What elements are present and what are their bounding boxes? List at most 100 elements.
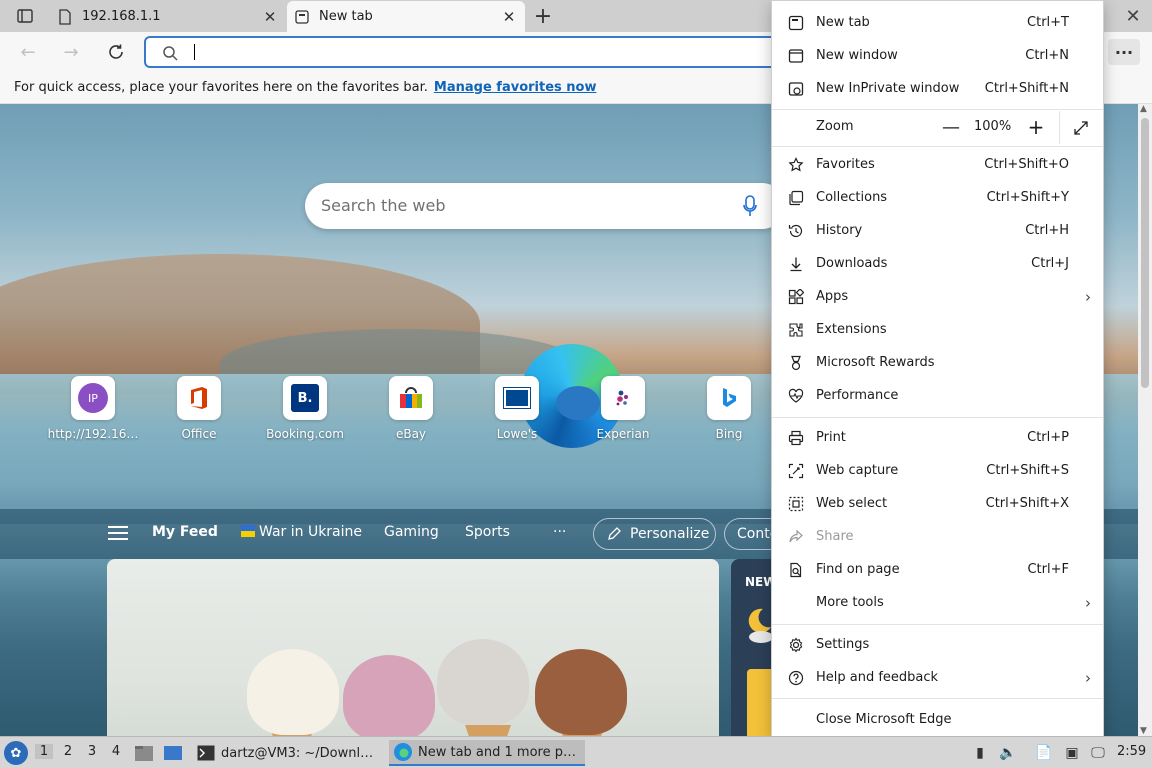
web-select-icon <box>787 495 805 513</box>
workspace-2[interactable]: 2 <box>59 744 77 759</box>
quick-link-ebay[interactable]: eBay <box>358 376 464 441</box>
tab-title: 192.168.1.1 <box>82 9 161 24</box>
full-screen-button[interactable] <box>1068 115 1094 141</box>
menu-item-print[interactable]: Print Ctrl+P <box>772 421 1103 454</box>
zoom-out-button[interactable]: — <box>938 114 964 140</box>
weather-moon-icon <box>748 608 773 643</box>
menu-separator <box>772 109 1103 110</box>
feed-tab-ukraine[interactable]: War in Ukraine <box>241 524 362 540</box>
close-tab-icon[interactable]: ✕ <box>262 8 278 26</box>
settings-and-more-button[interactable]: ··· <box>1108 39 1140 65</box>
workspace-1[interactable]: 1 <box>35 744 53 759</box>
menu-item-close-microsoft-edge[interactable]: Close Microsoft Edge <box>772 703 1103 736</box>
menu-item-find-on-page[interactable]: Find on page Ctrl+F <box>772 553 1103 586</box>
feed-tab-sports[interactable]: Sports <box>465 524 510 540</box>
quick-link-label: Bing <box>715 427 743 441</box>
menu-item-web-capture[interactable]: Web capture Ctrl+Shift+S <box>772 454 1103 487</box>
file-manager-icon[interactable] <box>134 743 154 763</box>
lowes-icon <box>495 376 539 420</box>
menu-item-label: Web capture <box>816 463 899 478</box>
quick-link-ip[interactable]: IP http://192.16… <box>40 376 146 441</box>
booking-icon: B. <box>283 376 327 420</box>
zoom-in-button[interactable]: + <box>1023 114 1049 140</box>
workspace-4[interactable]: 4 <box>107 744 125 759</box>
workspace-3[interactable]: 3 <box>83 744 101 759</box>
tab-actions-button[interactable] <box>8 5 42 27</box>
menu-item-apps[interactable]: Apps › <box>772 280 1103 313</box>
menu-separator <box>772 698 1103 699</box>
menu-item-downloads[interactable]: Downloads Ctrl+J <box>772 247 1103 280</box>
feed-menu-icon[interactable] <box>108 526 128 540</box>
bing-icon <box>707 376 751 420</box>
menu-item-favorites[interactable]: Favorites Ctrl+Shift+O <box>772 148 1103 181</box>
feed-card-ice-cream[interactable] <box>107 559 719 736</box>
quick-link-experian[interactable]: Experian <box>570 376 676 441</box>
window-close-button[interactable]: ✕ <box>1120 4 1146 28</box>
scroll-down-icon[interactable]: ▼ <box>1140 726 1147 736</box>
personalize-button[interactable]: Personalize <box>593 518 716 550</box>
feed-tab-gaming[interactable]: Gaming <box>384 524 439 540</box>
menu-item-help-and-feedback[interactable]: Help and feedback › <box>772 661 1103 694</box>
downloads-icon <box>787 255 805 273</box>
tray-notes-icon[interactable]: 📄 <box>1034 743 1054 763</box>
web-capture-icon <box>787 462 805 480</box>
tab-new-tab[interactable]: New tab ✕ <box>287 1 525 32</box>
web-search-box[interactable]: Search the web <box>305 183 785 229</box>
menu-item-label: Close Microsoft Edge <box>816 712 952 727</box>
taskbar: ✿ 1 2 3 4 dartz@VM3: ~/Downl… New tab an… <box>0 736 1152 768</box>
new-tab-button[interactable]: + <box>530 3 556 29</box>
refresh-button[interactable] <box>102 38 130 66</box>
tray-clipboard-icon[interactable]: ▮ <box>970 743 990 763</box>
personalize-label: Personalize <box>630 526 710 542</box>
menu-item-shortcut: Ctrl+N <box>1025 48 1069 63</box>
taskbar-clock: 2:59 <box>1117 744 1147 759</box>
menu-item-microsoft-rewards[interactable]: Microsoft Rewards <box>772 346 1103 379</box>
quick-link-bing[interactable]: Bing <box>676 376 782 441</box>
plus-icon: + <box>533 3 553 29</box>
menu-item-settings[interactable]: Settings <box>772 628 1103 661</box>
tab-192-168-1-1[interactable]: 192.168.1.1 ✕ <box>50 1 286 32</box>
manage-favorites-link[interactable]: Manage favorites now <box>434 80 597 95</box>
feed-tab-my-feed[interactable]: My Feed <box>152 524 218 540</box>
refresh-icon <box>109 44 123 59</box>
menu-item-web-select[interactable]: Web select Ctrl+Shift+X <box>772 487 1103 520</box>
taskbar-browser[interactable]: New tab and 1 more p… <box>389 740 585 766</box>
booking-badge: B. <box>291 384 319 412</box>
ip-icon: IP <box>71 376 115 420</box>
scoop-image <box>535 649 627 735</box>
zoom-label: Zoom <box>816 119 854 134</box>
tray-notification-icon[interactable]: 🖵 <box>1088 743 1108 763</box>
menu-item-share: Share <box>772 520 1103 553</box>
back-button[interactable]: ← <box>14 38 42 66</box>
menu-item-new-inprivate-window[interactable]: New InPrivate window Ctrl+Shift+N <box>772 72 1103 105</box>
menu-item-more-tools[interactable]: More tools › <box>772 586 1103 619</box>
microphone-icon[interactable] <box>743 195 757 217</box>
menu-item-label: Extensions <box>816 322 887 337</box>
volume-icon[interactable]: 🔈 <box>998 743 1018 763</box>
forward-button[interactable]: → <box>57 38 85 66</box>
feed-more-button[interactable]: ··· <box>553 524 566 540</box>
menu-item-collections[interactable]: Collections Ctrl+Shift+Y <box>772 181 1103 214</box>
menu-separator <box>772 624 1103 625</box>
taskbar-terminal[interactable]: dartz@VM3: ~/Downl… <box>193 740 383 766</box>
quick-link-booking[interactable]: B. Booking.com <box>252 376 358 441</box>
scroll-up-icon[interactable]: ▲ <box>1140 104 1147 114</box>
start-menu-button[interactable]: ✿ <box>4 741 28 765</box>
menu-item-extensions[interactable]: Extensions <box>772 313 1103 346</box>
address-bar[interactable] <box>144 36 784 68</box>
quick-link-office[interactable]: Office <box>146 376 252 441</box>
print-icon <box>787 429 805 447</box>
desktop-icon[interactable] <box>163 743 183 763</box>
menu-item-new-tab[interactable]: New tab Ctrl+T <box>772 6 1103 39</box>
tray-display-icon[interactable]: ▣ <box>1062 743 1082 763</box>
newtab-page-icon <box>295 9 309 24</box>
scrollbar-thumb[interactable] <box>1141 118 1149 388</box>
quick-link-lowes[interactable]: Lowe's <box>464 376 570 441</box>
menu-item-new-window[interactable]: New window Ctrl+N <box>772 39 1103 72</box>
menu-item-history[interactable]: History Ctrl+H <box>772 214 1103 247</box>
close-tab-icon[interactable]: ✕ <box>501 8 517 26</box>
ukraine-flag-icon <box>241 525 255 537</box>
page-scrollbar[interactable]: ▲ ▼ <box>1138 104 1152 736</box>
text-caret <box>194 44 195 60</box>
menu-item-performance[interactable]: Performance <box>772 379 1103 412</box>
